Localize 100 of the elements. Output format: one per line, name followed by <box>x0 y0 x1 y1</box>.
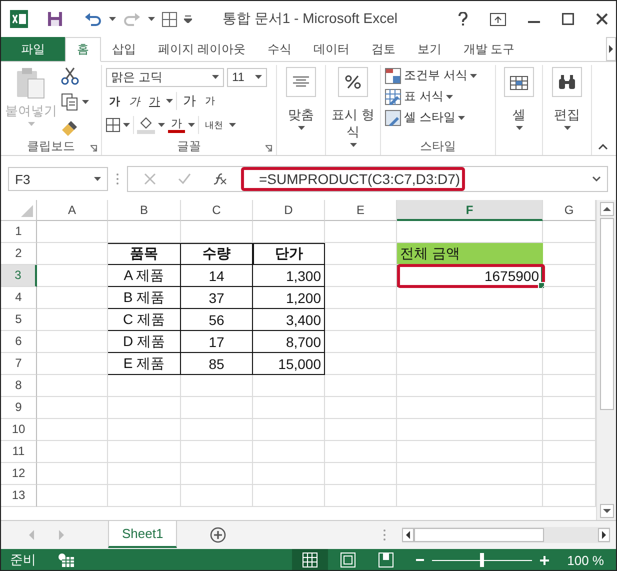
close-icon[interactable] <box>596 13 608 25</box>
caret-icon[interactable] <box>212 75 219 79</box>
zoom-level[interactable]: 100 % <box>567 552 604 568</box>
font-size-field[interactable]: 11 <box>227 68 267 86</box>
maximize-icon[interactable] <box>562 13 574 25</box>
zoom-out-icon[interactable] <box>416 556 424 564</box>
ribbon-tab[interactable]: 파일 <box>1 37 65 61</box>
conditional-format-button[interactable]: 조건부 서식 <box>385 67 478 84</box>
row-header[interactable]: 12 <box>1 463 37 485</box>
horizontal-scrollbar[interactable] <box>402 527 610 543</box>
scroll-thumb[interactable] <box>414 528 544 542</box>
copy-icon[interactable] <box>61 93 79 111</box>
phonetic-button[interactable]: 내천 <box>202 118 226 132</box>
font-color-button[interactable]: 가 <box>168 118 185 132</box>
dialog-launcher-icon[interactable] <box>265 145 272 152</box>
caret-icon[interactable] <box>158 123 165 127</box>
row-header[interactable]: 6 <box>1 331 37 353</box>
alignment-button[interactable]: 맞춤 <box>281 65 321 130</box>
caret-icon[interactable] <box>123 123 130 127</box>
row-header[interactable]: 8 <box>1 375 37 397</box>
fill-handle[interactable] <box>538 282 545 289</box>
row-header[interactable]: 4 <box>1 287 37 309</box>
caret-icon[interactable] <box>458 116 466 120</box>
caret-icon[interactable] <box>350 143 356 147</box>
page-break-icon[interactable] <box>378 552 394 568</box>
add-sheet-icon[interactable] <box>210 527 226 543</box>
formula-field[interactable]: =SUMPRODUCT(C3:C7,D3:D7) <box>241 167 466 191</box>
caret-icon[interactable] <box>94 177 101 181</box>
caret-icon[interactable] <box>109 17 116 21</box>
caret-icon[interactable] <box>166 99 173 103</box>
row-header[interactable]: 7 <box>1 353 37 375</box>
row-header[interactable]: 1 <box>1 221 37 243</box>
save-icon[interactable] <box>47 11 63 27</box>
function-icon[interactable] <box>213 173 227 185</box>
caret-icon[interactable] <box>148 17 155 21</box>
scroll-right-icon[interactable] <box>598 528 610 542</box>
scroll-thumb[interactable] <box>600 218 614 410</box>
cut-icon[interactable] <box>61 67 79 85</box>
number-format-button[interactable]: 표시 형식 <box>330 65 376 147</box>
customize-icon[interactable] <box>184 15 192 23</box>
ribbon-tab[interactable]: 검토 <box>360 37 406 61</box>
column-header[interactable]: B <box>108 200 181 221</box>
ribbon-tab[interactable]: 페이지 레이아웃 <box>147 37 256 61</box>
font-name-field[interactable]: 맑은 고딕 <box>106 68 224 86</box>
caret-icon[interactable] <box>229 123 236 127</box>
column-header[interactable]: G <box>543 200 596 221</box>
scroll-up-icon[interactable] <box>600 202 614 216</box>
column-header[interactable]: F <box>397 200 543 221</box>
underline-button[interactable]: 가 <box>146 94 163 108</box>
scroll-down-icon[interactable] <box>600 504 614 518</box>
borders-icon[interactable] <box>106 118 120 132</box>
ribbon-tab[interactable]: 데이터 <box>302 37 360 61</box>
column-header[interactable]: E <box>325 200 397 221</box>
expand-icon[interactable] <box>592 176 601 182</box>
scroll-left-icon[interactable] <box>402 528 414 542</box>
collapse-ribbon-icon[interactable] <box>598 144 608 150</box>
scroll-right-icon[interactable] <box>606 37 616 61</box>
undo-icon[interactable] <box>84 12 102 26</box>
column-header[interactable]: A <box>37 200 108 221</box>
bold-button[interactable]: 가 <box>106 94 123 108</box>
row-header[interactable]: 13 <box>1 485 37 507</box>
row-header[interactable]: 11 <box>1 441 37 463</box>
sheet-tab[interactable]: Sheet1 <box>108 521 178 548</box>
caret-icon[interactable] <box>446 94 454 98</box>
column-header[interactable]: C <box>181 200 253 221</box>
vertical-scrollbar[interactable] <box>596 200 616 520</box>
caret-icon[interactable] <box>516 126 522 130</box>
name-box[interactable]: F3 <box>8 167 108 191</box>
zoom-in-icon[interactable] <box>540 556 550 564</box>
cell-styles-button[interactable]: 셀 스타일 <box>385 109 478 126</box>
caret-icon[interactable] <box>470 74 478 78</box>
fill-color-icon[interactable] <box>137 116 155 134</box>
ribbon-display-icon[interactable] <box>490 12 506 26</box>
caret-icon[interactable] <box>188 123 195 127</box>
italic-button[interactable]: 가 <box>126 94 143 108</box>
editing-button[interactable]: 편집 <box>547 65 587 130</box>
table-format-button[interactable]: 표 서식 <box>385 88 478 105</box>
caret-icon[interactable] <box>255 75 262 79</box>
help-icon[interactable] <box>458 12 468 26</box>
brush-icon[interactable] <box>61 119 79 137</box>
row-header[interactable]: 3 <box>1 265 37 287</box>
row-header[interactable]: 5 <box>1 309 37 331</box>
grid-icon[interactable] <box>162 12 177 26</box>
dialog-launcher-icon[interactable] <box>90 145 97 152</box>
caret-icon[interactable] <box>298 126 304 130</box>
normal-view-icon[interactable] <box>302 552 318 568</box>
page-layout-icon[interactable] <box>340 552 356 568</box>
ribbon-tab[interactable]: 개발 도구 <box>452 37 526 61</box>
cells-button[interactable]: 셀 <box>500 65 538 130</box>
ribbon-tab[interactable]: 보기 <box>406 37 452 61</box>
caret-icon[interactable] <box>82 100 89 104</box>
row-header[interactable]: 9 <box>1 397 37 419</box>
grow-font-button[interactable]: 가 <box>180 92 199 110</box>
shrink-font-button[interactable]: 가 <box>202 94 218 108</box>
column-header[interactable]: D <box>253 200 325 221</box>
ribbon-tab[interactable]: 홈 <box>65 37 101 62</box>
row-header[interactable]: 10 <box>1 419 37 441</box>
ribbon-tab[interactable]: 수식 <box>256 37 302 61</box>
caret-icon[interactable] <box>564 126 570 130</box>
ribbon-tab[interactable]: 삽입 <box>101 37 147 61</box>
